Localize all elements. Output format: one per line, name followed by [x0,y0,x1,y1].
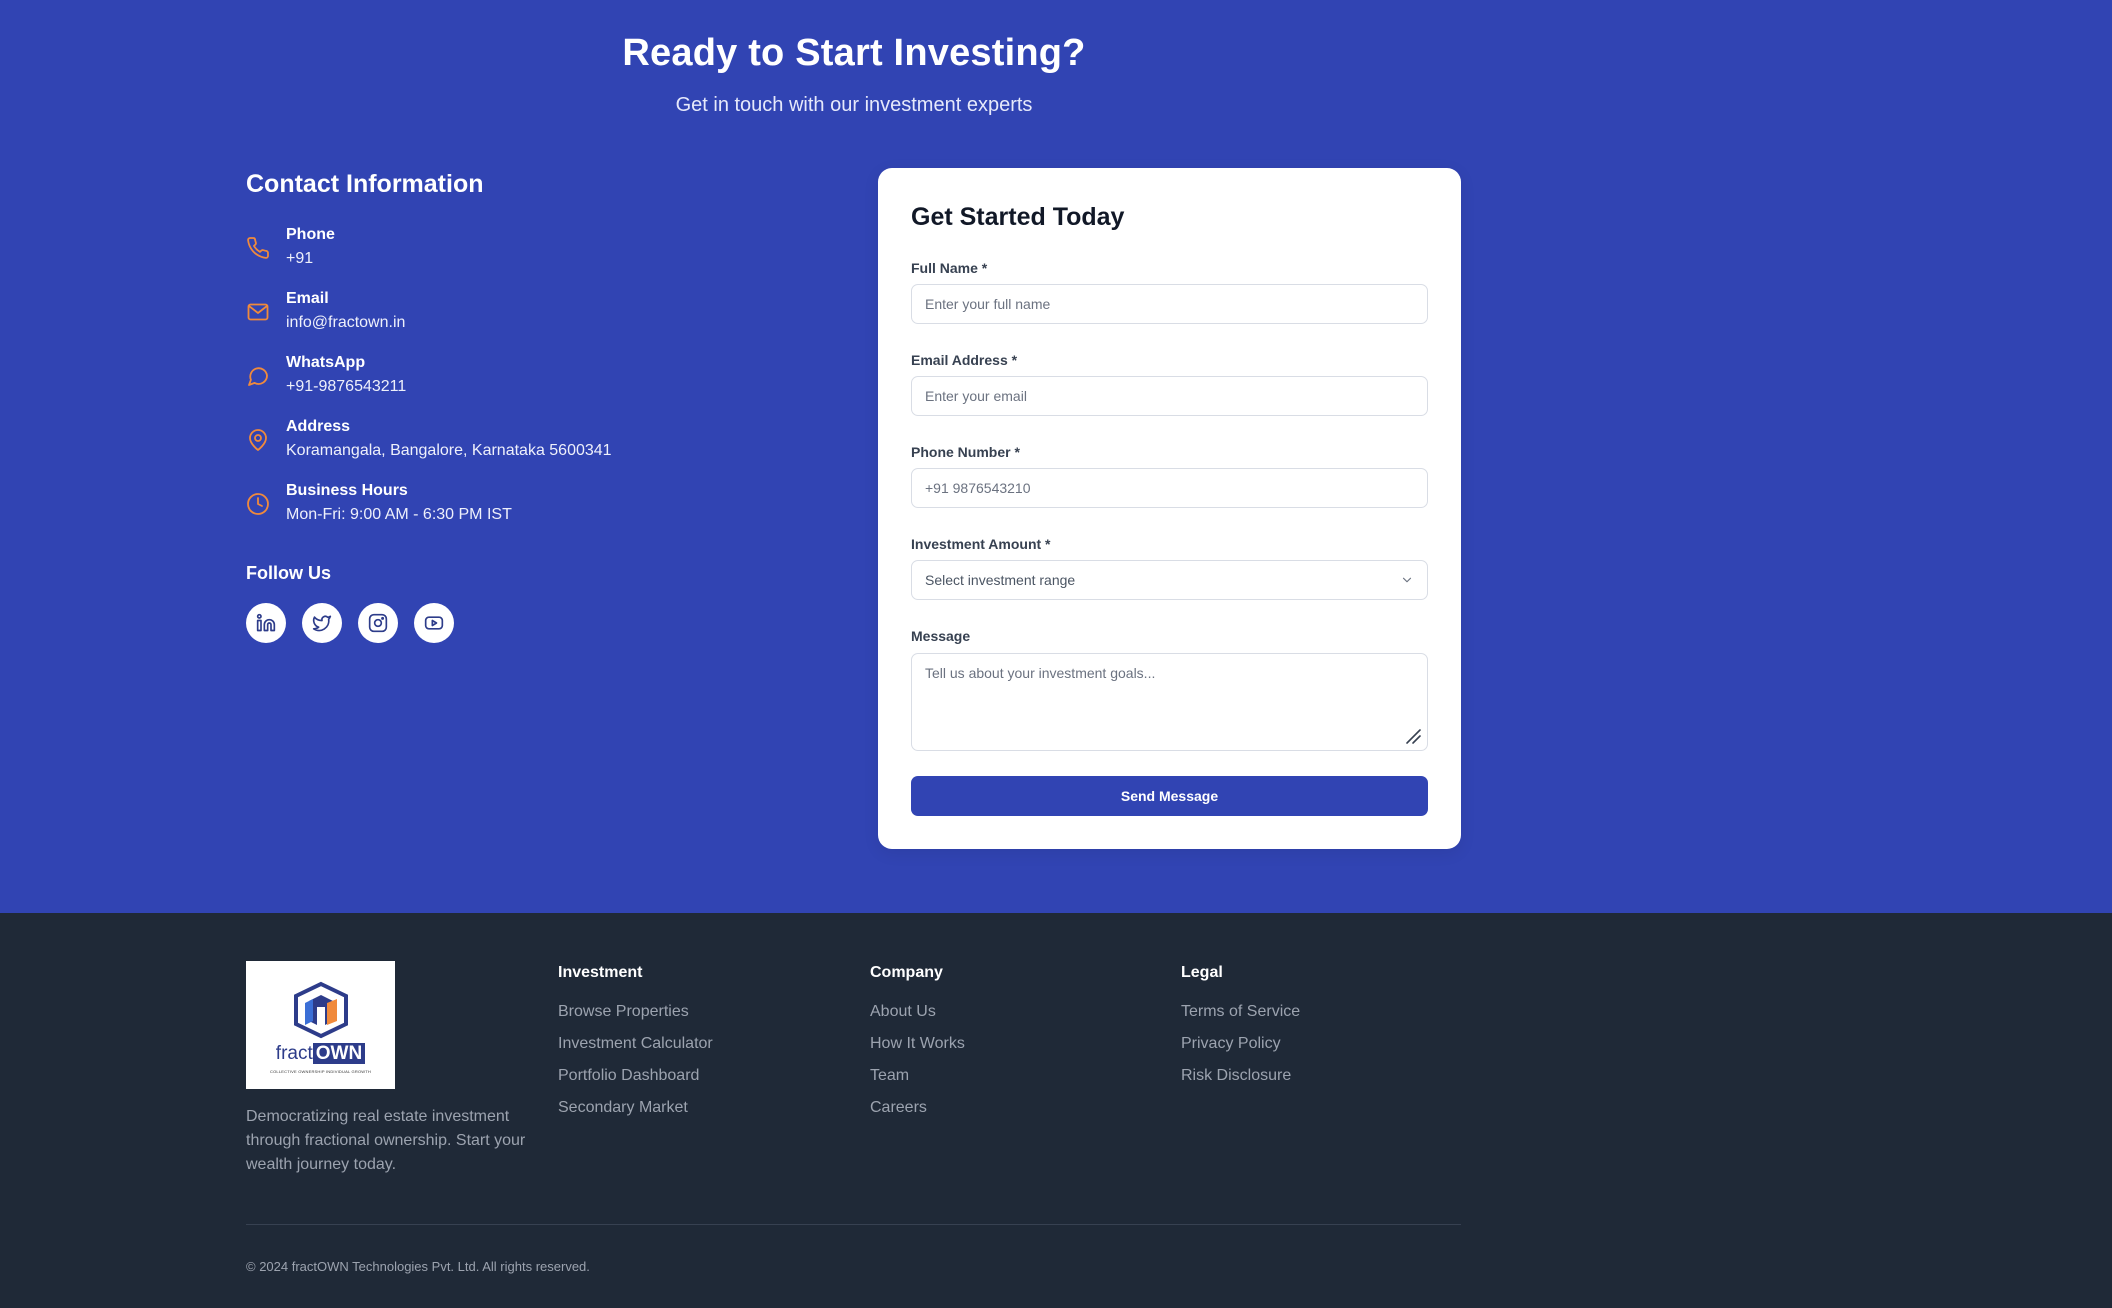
footer-legal-title: Legal [1181,964,1223,981]
footer-investment-title: Investment [558,964,643,981]
contact-info-title: Contact Information [246,170,484,198]
footer-link-risk-disclosure[interactable]: Risk Disclosure [1181,1067,1291,1085]
youtube-icon [424,616,444,630]
phone-icon [247,237,269,259]
contact-whatsapp-label: WhatsApp [286,354,366,371]
instagram-button[interactable] [358,603,398,643]
twitter-button[interactable] [302,603,342,643]
footer-link-terms-of-service[interactable]: Terms of Service [1181,1003,1300,1021]
chevron-down-icon [1402,577,1412,583]
footer-link-browse-properties[interactable]: Browse Properties [558,1003,689,1021]
contact-address-label: Address [286,418,351,435]
youtube-button[interactable] [414,603,454,643]
linkedin-icon [256,613,276,632]
linkedin-button[interactable] [246,603,286,643]
hero-title: Ready to Start Investing? [622,32,1086,74]
logo-wordmark-fract: fract [275,1043,313,1064]
twitter-icon [312,615,332,632]
footer-link-secondary-market[interactable]: Secondary Market [558,1099,688,1117]
email-input[interactable] [911,376,1428,416]
contact-hours-value: Mon-Fri: 9:00 AM - 6:30 PM IST [286,506,512,523]
fractown-logo-mark-icon [294,981,348,1039]
send-message-button[interactable]: Send Message [911,776,1428,816]
footer-link-team[interactable]: Team [870,1067,909,1085]
message-label: Message [911,628,971,644]
fractown-logo: fract OWN COLLECTIVE OWNERSHIP INDIVIDUAL… [246,961,395,1089]
footer-link-about-us[interactable]: About Us [870,1003,936,1021]
clock-icon [247,493,269,515]
instagram-icon [368,613,388,633]
footer-link-portfolio-dashboard[interactable]: Portfolio Dashboard [558,1067,699,1085]
contact-hours-label: Business Hours [286,482,408,499]
contact-phone-value: +91 [286,250,314,267]
footer-company-title: Company [870,964,943,981]
logo-tagline: COLLECTIVE OWNERSHIP INDIVIDUAL GROWTH [270,1069,371,1074]
map-pin-icon [249,429,267,451]
contact-section: Ready to Start Investing? Get in touch w… [0,0,2112,913]
copyright-text: © 2024 fractOWN Technologies Pvt. Ltd. A… [246,1259,590,1274]
footer-link-careers[interactable]: Careers [870,1099,927,1117]
footer-link-privacy-policy[interactable]: Privacy Policy [1181,1035,1281,1053]
contact-address-value: Koramangala, Bangalore, Karnataka 560034… [286,442,612,459]
footer: fract OWN COLLECTIVE OWNERSHIP INDIVIDUAL… [0,913,2112,1308]
investment-amount-label: Investment Amount * [911,536,1051,552]
mail-icon [247,303,269,321]
contact-email-label: Email [286,290,329,307]
contact-phone-label: Phone [286,226,335,243]
hero-subtitle: Get in touch with our investment experts [675,94,1033,116]
footer-description: Democratizing real estate investment thr… [246,1108,526,1173]
investment-amount-select[interactable]: Select investment range [911,560,1428,600]
contact-whatsapp-value: +91-9876543211 [286,378,407,395]
full-name-input[interactable] [911,284,1428,324]
email-label: Email Address * [911,352,1018,368]
follow-us-title: Follow Us [246,563,331,583]
message-textarea[interactable] [911,653,1428,751]
contact-email-value[interactable]: info@fractown.in [286,314,405,332]
footer-link-investment-calculator[interactable]: Investment Calculator [558,1035,713,1053]
chat-icon [248,367,268,386]
logo-wordmark: fract OWN [246,1043,395,1065]
investment-amount-selected: Select investment range [925,572,1076,588]
footer-link-how-it-works[interactable]: How It Works [870,1035,965,1053]
logo-wordmark-own: OWN [312,1043,366,1064]
resize-handle-icon[interactable] [1403,726,1423,746]
contact-form-card: Get Started Today Full Name * Email Addr… [878,168,1461,849]
phone-input[interactable] [911,468,1428,508]
footer-divider [246,1224,1461,1225]
full-name-label: Full Name * [911,260,988,276]
phone-label: Phone Number * [911,444,1020,460]
form-title: Get Started Today [911,203,1125,231]
